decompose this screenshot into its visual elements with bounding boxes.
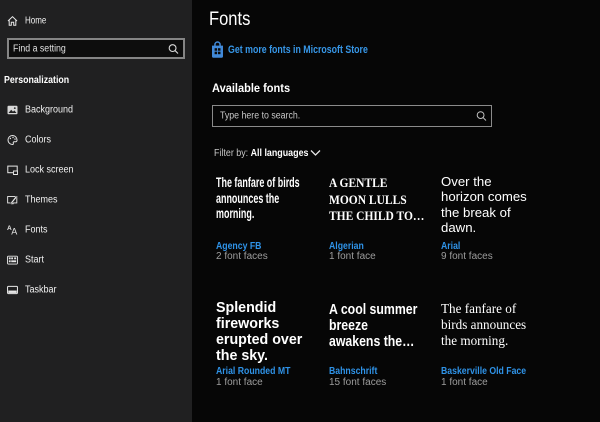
- svg-text:A: A: [11, 227, 17, 236]
